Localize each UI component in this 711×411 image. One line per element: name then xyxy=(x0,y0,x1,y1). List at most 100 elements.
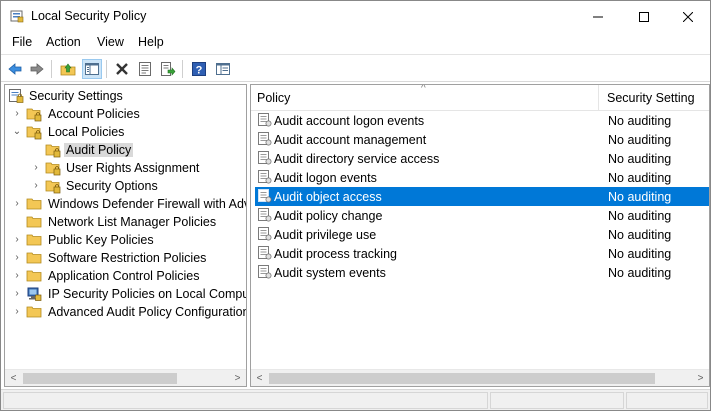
chevron-right-icon[interactable]: › xyxy=(11,197,23,211)
close-icon xyxy=(683,11,693,22)
tree-item-application-control[interactable]: › Application Control Policies xyxy=(5,267,246,285)
forward-button[interactable] xyxy=(27,59,47,79)
policy-name: Audit account management xyxy=(274,133,427,147)
policy-setting: No auditing xyxy=(608,152,672,166)
tree-item-local-policies[interactable]: ⌄ Local Policies xyxy=(5,123,246,141)
tree-pane[interactable]: Security Settings › Account Policies ⌄ L… xyxy=(4,84,247,387)
policy-name: Audit account logon events xyxy=(274,114,425,128)
delete-button[interactable] xyxy=(112,59,132,79)
tree-item-security-settings[interactable]: Security Settings xyxy=(5,87,246,105)
menu-help[interactable]: Help xyxy=(136,35,166,49)
policy-icon xyxy=(258,246,272,260)
export-list-icon xyxy=(161,62,176,76)
folder-lock-icon xyxy=(26,108,42,122)
tree-item-label: Audit Policy xyxy=(64,143,134,157)
policy-row-audit-process-tracking[interactable]: Audit process tracking No auditing xyxy=(251,244,709,263)
tree-item-label: Public Key Policies xyxy=(48,233,154,247)
policy-name: Audit process tracking xyxy=(274,247,397,261)
export-list-button[interactable] xyxy=(158,59,178,79)
chevron-right-icon[interactable]: › xyxy=(11,107,23,121)
policy-name: Audit logon events xyxy=(274,171,377,185)
status-section-secondary xyxy=(490,392,624,409)
console-view-button[interactable] xyxy=(213,59,233,79)
policy-row-audit-policy-change[interactable]: Audit policy change No auditing xyxy=(251,206,709,225)
list-horizontal-scrollbar[interactable]: < > xyxy=(251,369,709,386)
folder-lock-icon xyxy=(45,162,61,176)
policy-row-audit-logon-events[interactable]: Audit logon events No auditing xyxy=(251,168,709,187)
policy-setting: No auditing xyxy=(608,114,672,128)
scroll-left-icon[interactable]: < xyxy=(251,370,268,386)
chevron-right-icon[interactable]: › xyxy=(30,179,42,193)
policy-row-audit-account-management[interactable]: Audit account management No auditing xyxy=(251,130,709,149)
policy-icon xyxy=(258,189,272,203)
scroll-left-icon[interactable]: < xyxy=(5,370,22,386)
status-section-main xyxy=(3,392,488,409)
policy-row-audit-object-access[interactable]: Audit object access No auditing xyxy=(255,187,709,206)
policy-icon xyxy=(258,265,272,279)
chevron-right-icon[interactable]: › xyxy=(11,269,23,283)
tree-item-network-list-manager[interactable]: Network List Manager Policies xyxy=(5,213,246,231)
tree-item-account-policies[interactable]: › Account Policies xyxy=(5,105,246,123)
scrollbar-thumb[interactable] xyxy=(23,373,177,384)
up-folder-icon xyxy=(60,63,76,76)
scrollbar-thumb[interactable] xyxy=(269,373,655,384)
minimize-button[interactable] xyxy=(575,1,621,32)
tree-item-advanced-audit-policy[interactable]: › Advanced Audit Policy Configuration xyxy=(5,303,246,321)
tree-item-ip-security-policies[interactable]: › IP Security Policies on Local Compute xyxy=(5,285,246,303)
folder-lock-icon xyxy=(45,180,61,194)
forward-icon xyxy=(30,63,44,75)
policy-setting: No auditing xyxy=(608,266,672,280)
list-header: ^ Policy Security Setting xyxy=(251,85,709,111)
chevron-right-icon[interactable]: › xyxy=(11,251,23,265)
policy-setting: No auditing xyxy=(608,247,672,261)
chevron-right-icon[interactable]: › xyxy=(11,287,23,301)
policy-setting: No auditing xyxy=(608,171,672,185)
toolbar-separator xyxy=(51,60,52,78)
chevron-right-icon[interactable]: › xyxy=(11,305,23,319)
policy-name: Audit directory service access xyxy=(274,152,440,166)
policy-row-audit-account-logon-events[interactable]: Audit account logon events No auditing xyxy=(251,111,709,130)
minimize-icon xyxy=(593,16,603,17)
policy-row-audit-privilege-use[interactable]: Audit privilege use No auditing xyxy=(251,225,709,244)
help-button[interactable]: ? xyxy=(189,59,209,79)
title-bar[interactable]: Local Security Policy xyxy=(1,1,710,32)
tree-item-label: Security Settings xyxy=(29,89,123,103)
app-window: Local Security Policy File Action View H… xyxy=(0,0,711,411)
policy-row-audit-directory-service-access[interactable]: Audit directory service access No auditi… xyxy=(251,149,709,168)
policy-icon xyxy=(258,227,272,241)
tree-item-label: User Rights Assignment xyxy=(66,161,200,175)
scroll-right-icon[interactable]: > xyxy=(229,370,246,386)
policy-icon xyxy=(258,208,272,222)
properties-icon xyxy=(139,62,151,76)
tree-horizontal-scrollbar[interactable]: < > xyxy=(5,369,246,386)
show-hide-tree-button[interactable] xyxy=(82,59,102,79)
tree-item-windows-defender-firewall[interactable]: › Windows Defender Firewall with Adva xyxy=(5,195,246,213)
policy-name: Audit system events xyxy=(274,266,386,280)
sort-ascending-icon: ^ xyxy=(421,84,426,94)
column-header-policy[interactable]: Policy xyxy=(257,91,290,105)
tree-item-software-restriction[interactable]: › Software Restriction Policies xyxy=(5,249,246,267)
column-header-security-setting[interactable]: Security Setting xyxy=(607,91,695,105)
tree-item-audit-policy[interactable]: Audit Policy xyxy=(5,141,246,159)
policy-list-pane[interactable]: ^ Policy Security Setting Audit account … xyxy=(250,84,710,387)
column-divider[interactable] xyxy=(598,85,599,111)
toolbar: ? xyxy=(1,54,710,82)
menu-file[interactable]: File xyxy=(10,35,34,49)
scroll-right-icon[interactable]: > xyxy=(692,370,709,386)
up-one-level-button[interactable] xyxy=(58,59,78,79)
tree-item-security-options[interactable]: › Security Options xyxy=(5,177,246,195)
chevron-right-icon[interactable]: › xyxy=(11,233,23,247)
maximize-button[interactable] xyxy=(621,1,667,32)
tree-item-public-key-policies[interactable]: › Public Key Policies xyxy=(5,231,246,249)
chevron-right-icon[interactable]: › xyxy=(30,161,42,175)
menu-view[interactable]: View xyxy=(95,35,126,49)
policy-setting: No auditing xyxy=(608,190,672,204)
tree-item-user-rights-assignment[interactable]: › User Rights Assignment xyxy=(5,159,246,177)
back-button[interactable] xyxy=(5,59,25,79)
menu-action[interactable]: Action xyxy=(44,35,83,49)
policy-row-audit-system-events[interactable]: Audit system events No auditing xyxy=(251,263,709,282)
console-view-icon xyxy=(216,63,230,75)
chevron-down-icon[interactable]: ⌄ xyxy=(11,125,23,139)
properties-button[interactable] xyxy=(135,59,155,79)
close-button[interactable] xyxy=(665,1,711,32)
